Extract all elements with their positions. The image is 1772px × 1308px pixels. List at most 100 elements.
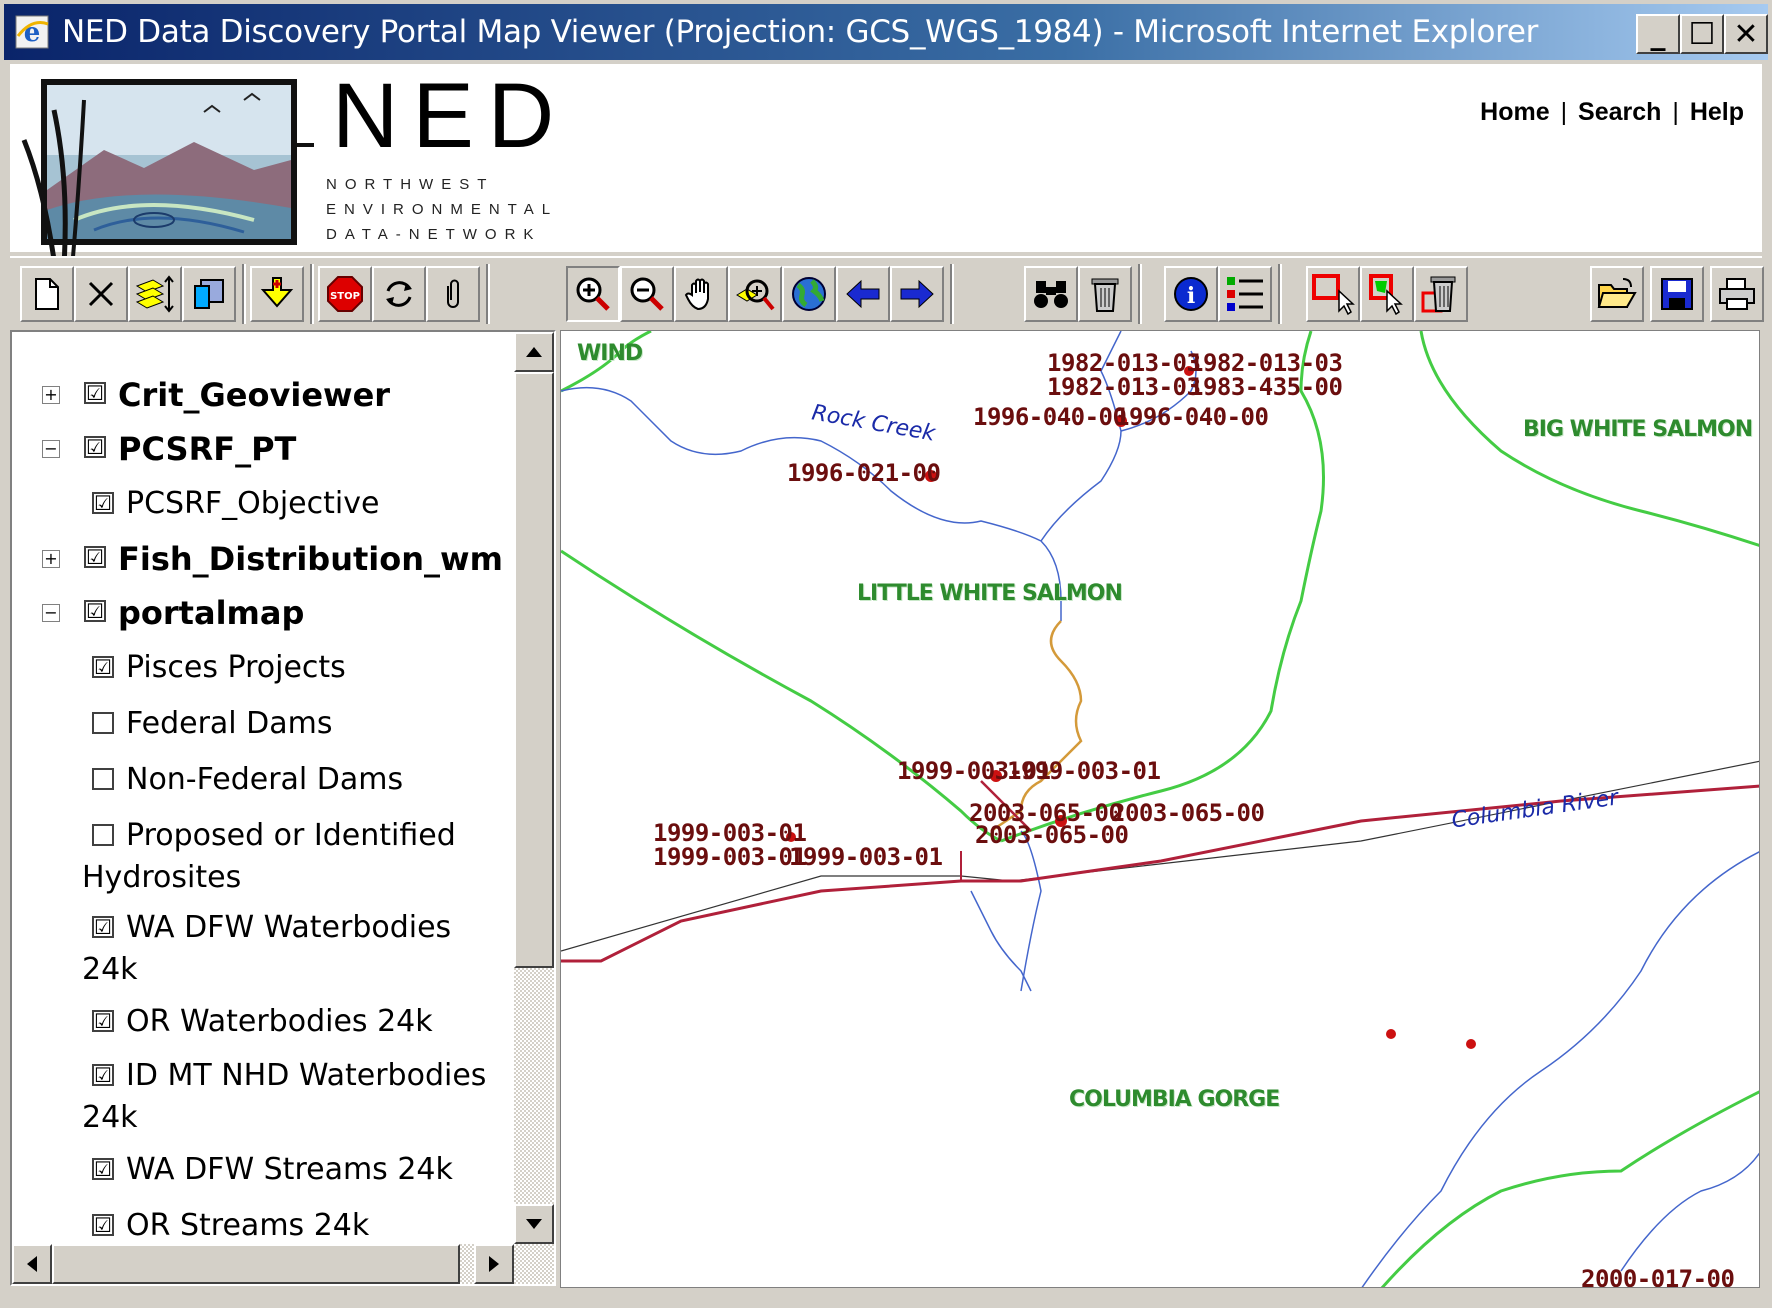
horizontal-scrollbar[interactable] xyxy=(12,1244,554,1284)
identify-button[interactable]: i xyxy=(1164,266,1218,322)
layer-checkbox[interactable]: ☑ xyxy=(92,1010,114,1032)
layer-properties-icon xyxy=(194,279,224,309)
legend-icon xyxy=(1227,277,1263,311)
save-button[interactable] xyxy=(1650,266,1704,322)
layer-order-button[interactable] xyxy=(128,266,182,322)
home-link[interactable]: Home xyxy=(1480,98,1549,126)
project-label: 1983-435-00 xyxy=(1189,373,1343,401)
forward-arrow-icon xyxy=(900,279,934,309)
logo-sub-northwest: NORTHWEST xyxy=(326,176,495,193)
layer-checkbox[interactable]: ☑ xyxy=(84,382,106,404)
map-canvas[interactable]: WIND BIG WHITE SALMON LITTLE WHITE SALMO… xyxy=(560,330,1760,1288)
layer-checkbox[interactable] xyxy=(92,768,114,790)
toolbar-separator xyxy=(1138,264,1142,324)
find-button[interactable] xyxy=(1024,266,1078,322)
zoom-extent-button[interactable] xyxy=(728,266,782,322)
layer-checkbox[interactable]: ☑ xyxy=(92,656,114,678)
project-point xyxy=(1386,1029,1396,1039)
full-extent-button[interactable] xyxy=(782,266,836,322)
delete-button[interactable] xyxy=(74,266,128,322)
toolbar-separator xyxy=(310,264,314,324)
back-button[interactable] xyxy=(836,266,890,322)
forward-button[interactable] xyxy=(890,266,944,322)
minimize-button[interactable]: _ xyxy=(1636,14,1680,54)
add-layer-button[interactable] xyxy=(250,266,304,322)
toolbar-separator xyxy=(486,264,490,324)
vertical-scroll-thumb[interactable] xyxy=(514,372,554,968)
new-document-button[interactable] xyxy=(20,266,74,322)
layer-checkbox[interactable]: ☑ xyxy=(92,492,114,514)
scroll-up-button[interactable] xyxy=(514,332,554,372)
window-title: NED Data Discovery Portal Map Viewer (Pr… xyxy=(62,14,1539,50)
stop-label: STOP xyxy=(330,291,360,302)
layer-checkbox[interactable]: ☑ xyxy=(84,546,106,568)
refresh-button[interactable] xyxy=(372,266,426,322)
link-separator: | xyxy=(1672,98,1679,126)
layer-label: PCSRF_PT xyxy=(118,430,297,468)
search-link[interactable]: Search xyxy=(1578,98,1661,126)
layer-checkbox[interactable]: ☑ xyxy=(84,600,106,622)
maximize-button[interactable]: ☐ xyxy=(1680,14,1724,54)
help-link[interactable]: Help xyxy=(1690,98,1744,126)
layer-checkbox[interactable] xyxy=(92,824,114,846)
layer-checkbox[interactable]: ☑ xyxy=(84,436,106,458)
pan-button[interactable] xyxy=(674,266,728,322)
scroll-down-button[interactable] xyxy=(514,1204,554,1244)
layer-checkbox[interactable] xyxy=(92,712,114,734)
arrow-down-icon xyxy=(526,1219,542,1229)
project-label: 1996-040-00 xyxy=(973,403,1127,431)
expand-toggle[interactable]: + xyxy=(42,386,60,404)
layer-properties-button[interactable] xyxy=(182,266,236,322)
clear-find-button[interactable] xyxy=(1078,266,1132,322)
horizontal-scroll-thumb[interactable] xyxy=(52,1244,460,1284)
arrow-up-icon xyxy=(526,347,542,357)
logo-ned-text: NED xyxy=(332,65,569,167)
layer-panel: + ☑ Crit_Geoviewer − ☑ PCSRF_PT ☑ PCSRF_… xyxy=(10,330,556,1286)
layer-checkbox[interactable]: ☑ xyxy=(92,1214,114,1236)
attach-icon xyxy=(447,279,459,308)
clear-selection-button[interactable] xyxy=(1414,266,1468,322)
zoom-in-button[interactable] xyxy=(566,266,620,322)
close-button[interactable]: ✕ xyxy=(1724,14,1768,54)
layer-label: OR Waterbodies 24k xyxy=(126,1004,433,1039)
layer-label: ID MT NHD Waterbodies xyxy=(126,1058,487,1093)
project-label: 2000-017-00 xyxy=(1581,1265,1735,1288)
region-label-wind: WIND xyxy=(577,341,643,366)
layer-label: PCSRF_Objective xyxy=(126,486,380,521)
toolbar-separator xyxy=(950,264,954,324)
watershed-boundary xyxy=(1380,1090,1759,1287)
project-label: 1996-021-00 xyxy=(787,459,941,487)
collapse-toggle[interactable]: − xyxy=(42,440,60,458)
expand-toggle[interactable]: + xyxy=(42,550,60,568)
layer-checkbox[interactable]: ☑ xyxy=(92,1064,114,1086)
select-feature-button[interactable] xyxy=(1360,266,1414,322)
zoom-out-button[interactable] xyxy=(620,266,674,322)
arrow-left-icon xyxy=(27,1256,37,1272)
layer-checkbox[interactable]: ☑ xyxy=(92,916,114,938)
link-separator: | xyxy=(1560,98,1568,126)
project-label: 1999-003-01 xyxy=(789,843,943,871)
collapse-toggle[interactable]: − xyxy=(42,604,60,622)
project-point xyxy=(1466,1039,1476,1049)
legend-button[interactable] xyxy=(1218,266,1272,322)
print-button[interactable] xyxy=(1710,266,1764,322)
new-document-icon xyxy=(35,278,59,310)
attach-button[interactable] xyxy=(426,266,480,322)
back-arrow-icon xyxy=(846,279,880,309)
stream-line xyxy=(1020,830,1042,992)
layer-label: Proposed or Identified xyxy=(126,818,456,853)
layer-checkbox[interactable]: ☑ xyxy=(92,1158,114,1180)
layer-label: WA DFW Streams 24k xyxy=(126,1152,453,1187)
add-layer-icon xyxy=(260,277,294,308)
site-header: NED NORTHWEST ENVIRONMENTAL DATA-NETWORK… xyxy=(10,64,1762,269)
stop-button[interactable]: STOP xyxy=(318,266,372,322)
project-label: 2003-065-00 xyxy=(1111,799,1265,827)
scroll-left-button[interactable] xyxy=(12,1244,52,1284)
vertical-scrollbar[interactable] xyxy=(514,332,554,1244)
open-button[interactable] xyxy=(1590,266,1644,322)
select-feature-icon xyxy=(1369,274,1403,315)
scroll-right-button[interactable] xyxy=(474,1244,514,1284)
layer-label: Non-Federal Dams xyxy=(126,762,404,797)
select-rectangle-button[interactable] xyxy=(1306,266,1360,322)
layer-label-continued: 24k xyxy=(82,952,138,987)
